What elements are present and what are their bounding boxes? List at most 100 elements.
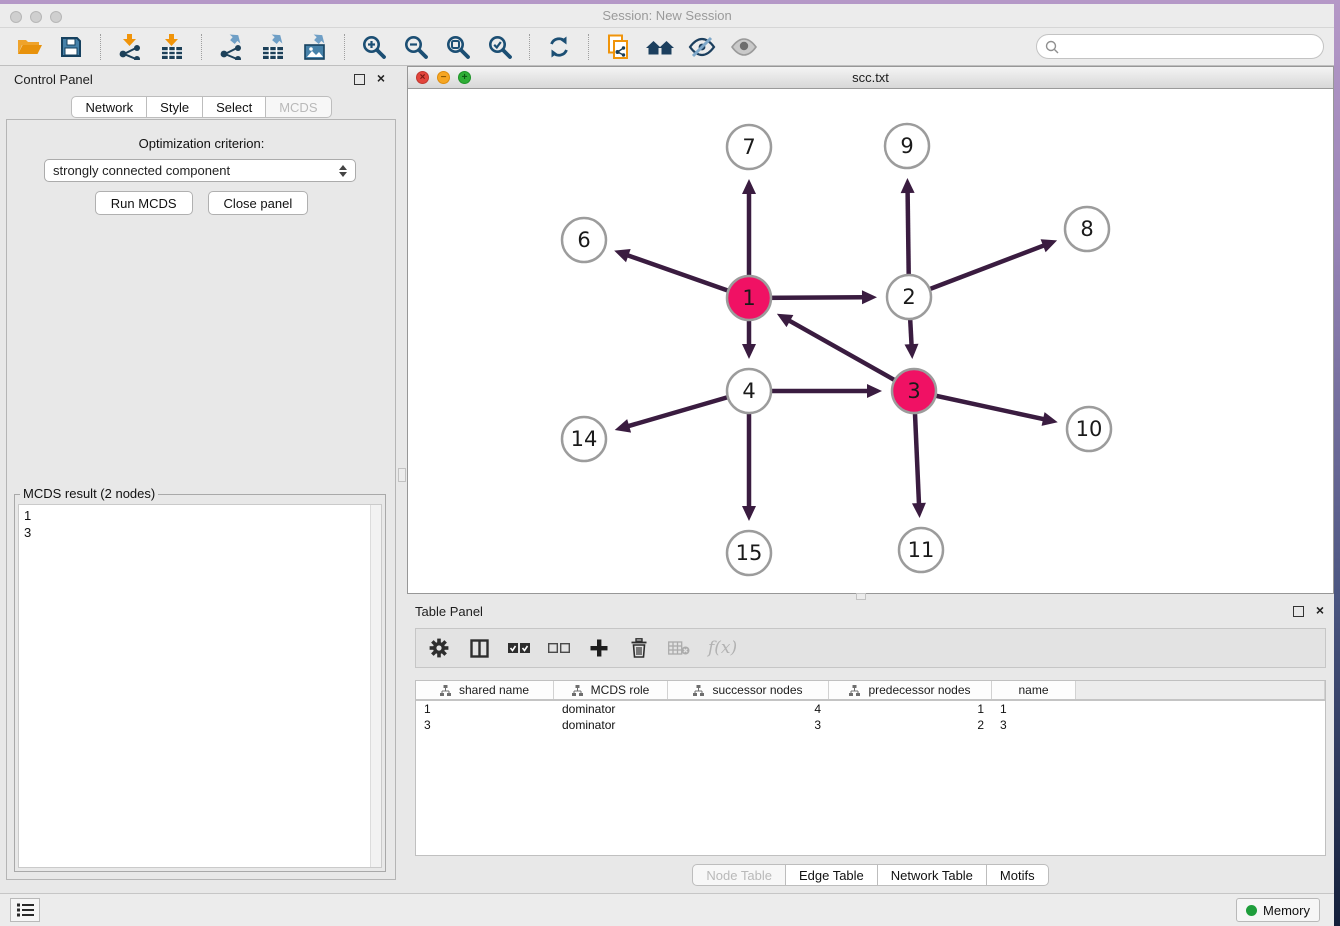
table-panel-close-button[interactable]: × — [1316, 603, 1324, 617]
delete-column-icon[interactable] — [628, 637, 650, 659]
zoom-out-icon[interactable] — [401, 32, 431, 62]
window-title: Session: New Session — [0, 8, 1334, 23]
select-all-checkboxes-icon[interactable] — [508, 637, 530, 659]
export-network-icon[interactable] — [216, 32, 246, 62]
zoom-in-icon[interactable] — [359, 32, 389, 62]
graph-node-2[interactable]: 2 — [887, 275, 931, 319]
table-panel-title: Table Panel — [415, 604, 483, 619]
hide-eye-icon[interactable] — [687, 32, 717, 62]
cell-predecessor-nodes[interactable]: 2 — [829, 718, 992, 732]
folder-open-icon[interactable] — [14, 32, 44, 62]
copy-network-glyph — [605, 34, 631, 60]
run-mcds-button[interactable]: Run MCDS — [95, 191, 193, 215]
tab-edge-table[interactable]: Edge Table — [786, 864, 878, 886]
graph-edge-arrowhead — [901, 178, 915, 193]
cell-predecessor-nodes[interactable]: 1 — [829, 702, 992, 716]
memory-button[interactable]: Memory — [1236, 898, 1320, 922]
tab-select[interactable]: Select — [203, 96, 266, 118]
cell-successor-nodes[interactable]: 4 — [668, 702, 829, 716]
graph-node-7[interactable]: 7 — [727, 125, 771, 169]
cell-successor-nodes[interactable]: 3 — [668, 718, 829, 732]
deselect-all-checkboxes-icon[interactable] — [548, 637, 570, 659]
tab-network-table[interactable]: Network Table — [878, 864, 987, 886]
control-panel-close-button[interactable]: × — [377, 71, 385, 85]
cell-name[interactable]: 3 — [992, 718, 1076, 732]
delete-table-icon[interactable] — [668, 637, 690, 659]
network-canvas[interactable]: 7 9 6 8 1 2 4 3 14 10 15 11 — [408, 89, 1333, 593]
import-table-icon[interactable] — [157, 32, 187, 62]
graph-node-9[interactable]: 9 — [885, 124, 929, 168]
result-line: 3 — [24, 524, 364, 541]
table-panel-float-button[interactable] — [1293, 606, 1304, 617]
graph-edge-arrowhead — [912, 503, 926, 518]
tab-mcds[interactable]: MCDS — [266, 96, 331, 118]
zoom-selected-icon[interactable] — [485, 32, 515, 62]
column-header-successor-nodes[interactable]: successor nodes — [668, 681, 829, 699]
list-icon — [17, 902, 34, 918]
close-panel-button[interactable]: Close panel — [208, 191, 309, 215]
tab-network[interactable]: Network — [71, 96, 147, 118]
memory-status-dot-icon — [1246, 905, 1257, 916]
function-builder-icon[interactable]: f(x) — [708, 638, 737, 658]
graph-node-label: 14 — [571, 427, 598, 451]
cell-mcds-role[interactable]: dominator — [554, 702, 668, 716]
add-column-icon[interactable] — [588, 637, 610, 659]
copy-network-icon[interactable] — [603, 32, 633, 62]
optimization-criterion-select[interactable]: strongly connected component — [44, 159, 356, 182]
graph-node-6[interactable]: 6 — [562, 218, 606, 262]
column-header-mcds-role[interactable]: MCDS role — [554, 681, 668, 699]
eye-icon[interactable] — [729, 32, 759, 62]
export-table-icon[interactable] — [258, 32, 288, 62]
control-panel-float-button[interactable] — [354, 74, 365, 85]
toolbar-separator — [529, 34, 530, 60]
table-row[interactable]: 1dominator411 — [416, 701, 1325, 717]
network-view-window: × − + scc.txt 7 9 6 8 1 2 4 3 14 10 15 11 — [407, 66, 1334, 594]
cell-shared-name[interactable]: 3 — [416, 718, 554, 732]
control-panel-title: Control Panel — [14, 72, 93, 87]
toolbar-separator — [344, 34, 345, 60]
column-header-label: successor nodes — [712, 683, 802, 697]
settings-gear-icon[interactable] — [428, 637, 450, 659]
export-image-icon[interactable] — [300, 32, 330, 62]
column-header-name[interactable]: name — [992, 681, 1076, 699]
search-field[interactable] — [1036, 34, 1324, 59]
search-input[interactable] — [1059, 39, 1323, 54]
horizontal-divider-handle[interactable] — [856, 593, 866, 600]
graph-node-14[interactable]: 14 — [562, 417, 606, 461]
toolbar-separator — [201, 34, 202, 60]
result-scrollbar[interactable] — [370, 505, 381, 867]
graph-node-3[interactable]: 3 — [892, 369, 936, 413]
tab-motifs[interactable]: Motifs — [987, 864, 1049, 886]
network-window-titlebar[interactable]: × − + scc.txt — [408, 67, 1333, 89]
graph-node-11[interactable]: 11 — [899, 528, 943, 572]
graph-edge-arrowhead — [742, 344, 756, 359]
table-row[interactable]: 3dominator323 — [416, 717, 1325, 733]
graph-node-10[interactable]: 10 — [1067, 407, 1111, 451]
column-header-shared-name[interactable]: shared name — [416, 681, 554, 699]
cell-name[interactable]: 1 — [992, 702, 1076, 716]
cell-shared-name[interactable]: 1 — [416, 702, 554, 716]
cell-mcds-role[interactable]: dominator — [554, 718, 668, 732]
mcds-result-box[interactable]: 13 — [18, 504, 382, 868]
toolbar-separator — [100, 34, 101, 60]
graph-node-8[interactable]: 8 — [1065, 207, 1109, 251]
graph-node-4[interactable]: 4 — [727, 369, 771, 413]
refresh-icon[interactable] — [544, 32, 574, 62]
graph-node-1[interactable]: 1 — [727, 276, 771, 320]
network-graph: 7 9 6 8 1 2 4 3 14 10 15 11 — [408, 89, 1333, 593]
tab-style[interactable]: Style — [147, 96, 203, 118]
zoom-fit-icon[interactable] — [443, 32, 473, 62]
toggle-column-icon[interactable] — [468, 637, 490, 659]
task-history-button[interactable] — [10, 898, 40, 922]
column-header-predecessor-nodes[interactable]: predecessor nodes — [829, 681, 992, 699]
table-panel-header: Table Panel × — [407, 600, 1334, 622]
vertical-divider-handle[interactable] — [398, 468, 406, 482]
mcds-result-lines: 13 — [19, 505, 369, 867]
tab-node-table[interactable]: Node Table — [692, 864, 786, 886]
home-icon[interactable] — [645, 32, 675, 62]
application-window: Session: New Session — [0, 4, 1334, 926]
graph-node-label: 6 — [577, 228, 590, 252]
import-network-icon[interactable] — [115, 32, 145, 62]
save-icon[interactable] — [56, 32, 86, 62]
graph-node-15[interactable]: 15 — [727, 531, 771, 575]
